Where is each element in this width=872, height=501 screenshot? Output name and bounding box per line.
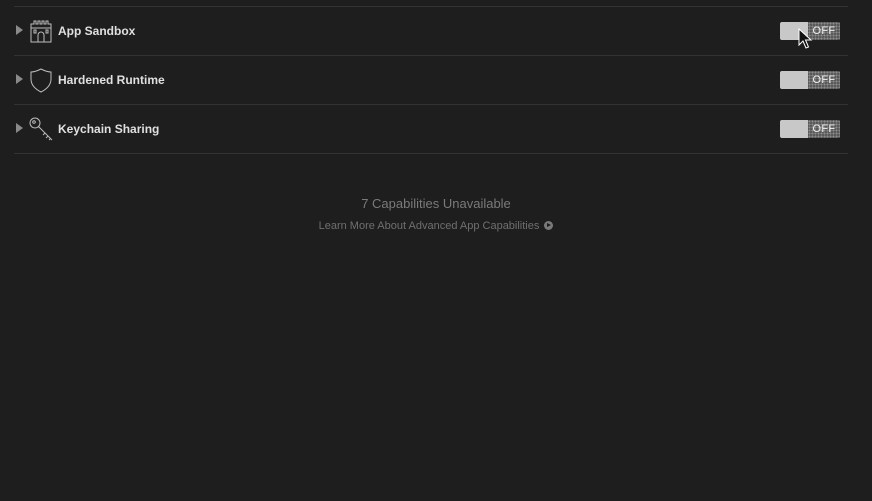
castle-icon xyxy=(28,18,54,44)
hardened-runtime-toggle[interactable]: OFF xyxy=(780,71,840,89)
disclosure-triangle-icon[interactable] xyxy=(16,25,23,35)
capabilities-list: App Sandbox OFF Hardened Runtime OFF Key… xyxy=(0,7,872,154)
capability-row-hardened-runtime: Hardened Runtime OFF xyxy=(14,56,848,105)
toggle-state-label: OFF xyxy=(808,120,840,138)
unavailable-capabilities-text: 7 Capabilities Unavailable xyxy=(361,196,511,211)
keychain-sharing-toggle[interactable]: OFF xyxy=(780,120,840,138)
disclosure-triangle-icon[interactable] xyxy=(16,74,23,84)
key-icon xyxy=(28,116,54,142)
learn-more-label: Learn More About Advanced App Capabiliti… xyxy=(318,220,540,232)
toggle-state-label: OFF xyxy=(808,71,840,89)
toggle-knob xyxy=(780,22,808,40)
capability-label: App Sandbox xyxy=(58,24,136,38)
capability-row-keychain-sharing: Keychain Sharing OFF xyxy=(14,105,848,154)
toggle-knob xyxy=(780,120,808,138)
toggle-knob xyxy=(780,71,808,89)
capability-label: Hardened Runtime xyxy=(58,73,165,87)
capabilities-pane: App Sandbox OFF Hardened Runtime OFF Key… xyxy=(0,0,872,501)
capability-row-app-sandbox: App Sandbox OFF xyxy=(14,7,848,56)
learn-more-link[interactable]: Learn More About Advanced App Capabiliti… xyxy=(0,220,872,232)
toggle-state-label: OFF xyxy=(808,22,840,40)
shield-icon xyxy=(28,67,54,93)
arrow-circle-icon xyxy=(544,221,554,230)
disclosure-triangle-icon[interactable] xyxy=(16,123,23,133)
capability-label: Keychain Sharing xyxy=(58,122,160,136)
app-sandbox-toggle[interactable]: OFF xyxy=(780,22,840,40)
